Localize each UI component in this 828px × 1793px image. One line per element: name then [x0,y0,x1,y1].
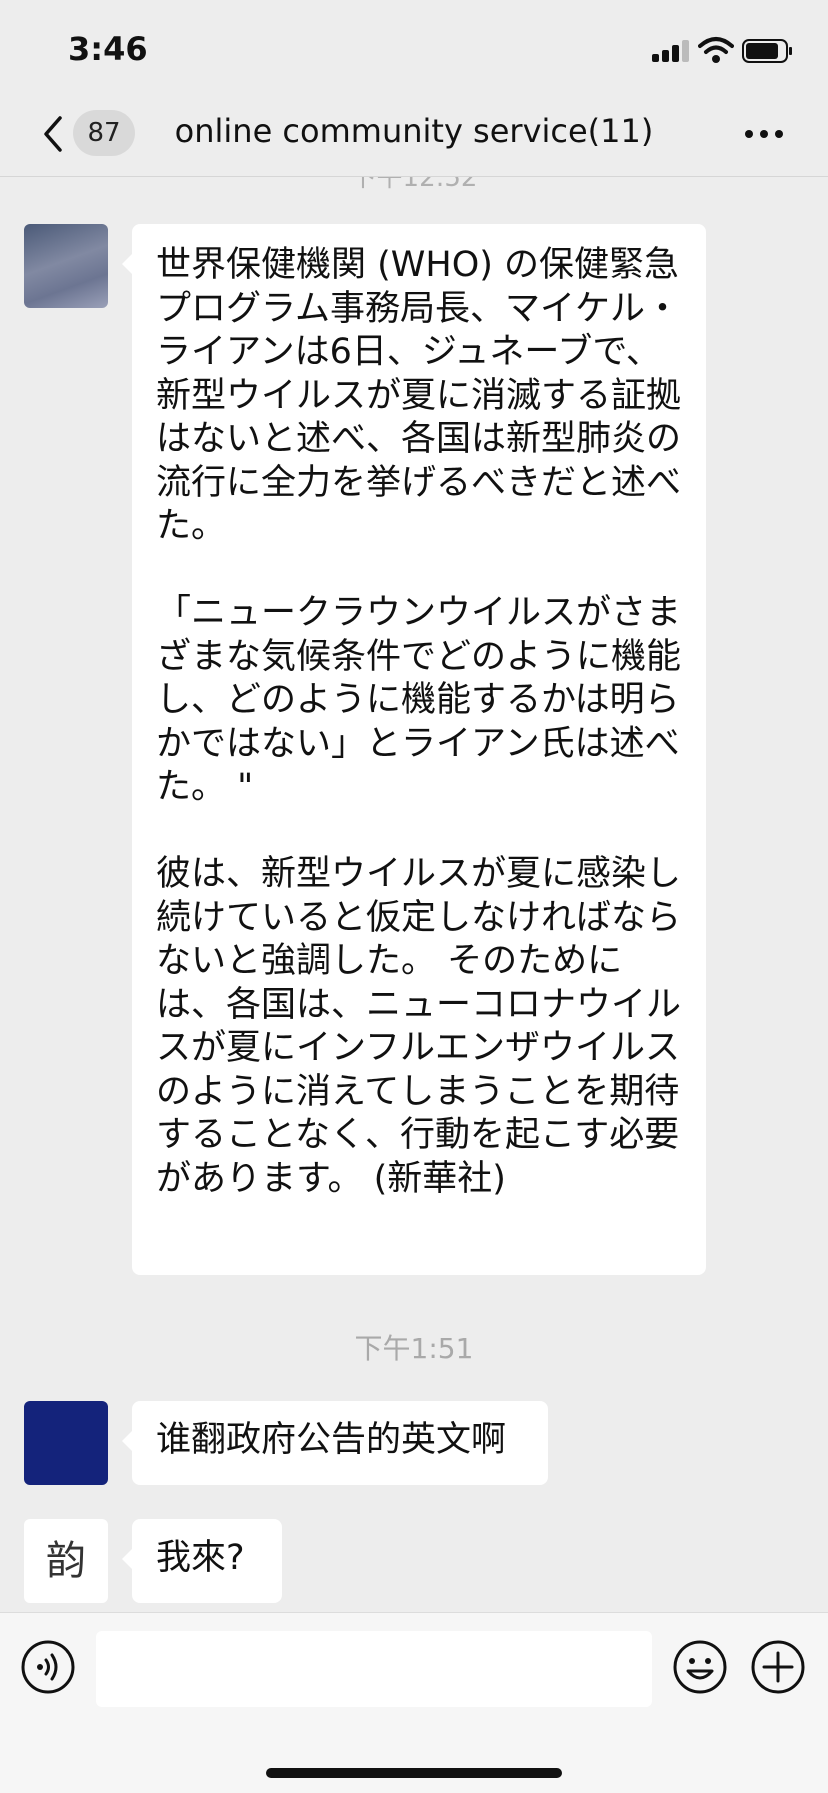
sender-avatar[interactable] [24,1401,108,1485]
message-bubble[interactable]: 谁翻政府公告的英文啊 [122,1401,548,1485]
message-input[interactable] [96,1631,652,1707]
status-time: 3:46 [68,30,148,68]
message-paragraph: 「ニュークラウンウイルスがさまざまな気候条件でどのように機能し、どのように機能す… [156,593,682,807]
sender-avatar[interactable]: 韵 [24,1519,108,1603]
previous-timestamp: 下午12:52 [350,177,478,193]
status-bar: 3:46 [0,0,828,100]
chat-header: 87 online community service(11) [0,100,828,177]
plus-icon[interactable] [750,1639,806,1695]
time-divider: 下午1:51 [354,1332,474,1365]
message-bubble[interactable]: 我來? [122,1519,282,1603]
battery-icon [742,39,792,63]
message-bubble[interactable]: 世界保健機関 (WHO) の保健緊急プログラム事務局長、マイケル・ライアンは6日… [122,224,706,1275]
avatar-glyph: 韵 [46,1538,86,1584]
message-paragraph: 彼は、新型ウイルスが夏に感染し続けていると仮定しなければならないと強調した。 そ… [156,854,682,1199]
input-bar [0,1612,828,1793]
unread-count-badge[interactable]: 87 [73,110,135,156]
voice-icon[interactable] [20,1639,76,1695]
message-text: 我來? [156,1538,245,1578]
more-icon[interactable] [744,128,784,140]
chat-title: online community service(11) [174,112,654,150]
back-icon[interactable] [38,112,68,156]
message-paragraph: 世界保健機関 (WHO) の保健緊急プログラム事務局長、マイケル・ライアンは6日… [156,245,682,546]
message-text: 谁翻政府公告的英文啊 [156,1420,507,1460]
emoji-icon[interactable] [672,1639,728,1695]
home-indicator[interactable] [266,1768,562,1778]
sender-avatar[interactable] [24,224,108,308]
wifi-icon [698,37,734,63]
signal-icon [652,40,690,62]
chat-message-list[interactable]: 下午12:52 世界保健機関 (WHO) の保健緊急プログラム事務局長、マイケル… [0,177,828,1612]
